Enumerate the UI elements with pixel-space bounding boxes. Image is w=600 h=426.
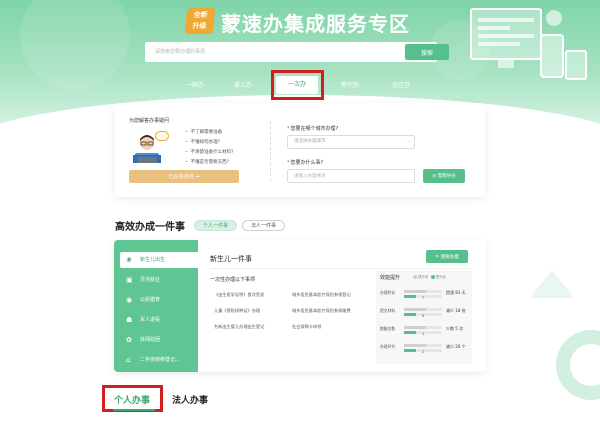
one-thing-panel: ❀ 新生儿出生 ▣ 灵活就业 ◉ 公民婚育 ☗ 军人退役 ✿ 扶残助困 ⌂ 二手房转移登记.…	[114, 240, 486, 372]
monitor-illustration	[470, 8, 542, 60]
metric-label: 跑腿次数	[380, 326, 396, 331]
rings-icon: ◉	[126, 296, 133, 304]
edit-icon: ✎	[435, 254, 440, 260]
guide-icon: ◎	[432, 174, 437, 179]
metric-delta: 少跑 5 次	[446, 326, 464, 331]
efficiency-title: 效能提升	[380, 275, 401, 281]
go-handle-button[interactable]: ✎ 我要办理	[426, 250, 468, 263]
search-bar: 搜索	[145, 42, 449, 62]
decor-triangle	[530, 270, 574, 298]
metric-delta: 减少 18 份	[446, 308, 466, 313]
tab-legal[interactable]: 法人办事	[172, 393, 208, 406]
consult-question: 不懂是否需要东西?	[185, 158, 234, 168]
badge-line-2: 升级	[192, 22, 207, 30]
metric-bar-fill	[404, 290, 426, 293]
sidebar-item-aid[interactable]: ✿ 扶残助困	[114, 332, 198, 348]
nav-item-region[interactable]: 全区办	[392, 80, 410, 89]
metric-delta: 减少 20 个	[446, 344, 466, 349]
service-item: 社会保障卡申领	[292, 324, 322, 329]
sidebar-item-house[interactable]: ⌂ 二手房转移登记...	[114, 352, 198, 368]
decor-ring	[556, 330, 600, 400]
metric-bar-fill	[404, 326, 426, 329]
panel-subtitle: 一次性办理以下事项	[210, 277, 256, 283]
city-label: *您要在哪个城市办理?	[287, 126, 339, 132]
consult-button-label: 已在线咨询	[168, 174, 194, 180]
new-upgrade-badge: 全新 升级	[184, 8, 216, 34]
service-item: 城乡居民基本医疗保险参保登记	[292, 292, 351, 297]
metric-label: 办理环节	[380, 344, 396, 349]
metric-value: 1	[422, 332, 425, 336]
panel-title: 新生儿一件事	[210, 255, 252, 263]
metric-bar-before	[404, 308, 442, 311]
soldier-icon: ☗	[126, 316, 133, 324]
metric-bar-before	[404, 290, 442, 293]
sidebar-item-marriage[interactable]: ◉ 公民婚育	[114, 292, 198, 308]
task-label: *您要办什么事?	[287, 160, 324, 166]
monitor-stand	[498, 60, 514, 68]
page-title: 蒙速办集成服务专区	[221, 12, 410, 36]
consult-question: 不清楚准备什么材料?	[185, 148, 234, 158]
metric-bar-fill	[404, 344, 426, 347]
consult-card: 为您解答办事疑问 不了解需要准备 不懂如何办理? 不清楚准备什么材料? 不懂是否…	[115, 103, 485, 197]
city-select[interactable]: 请选择办理城市 ⌄	[287, 135, 415, 149]
metric-value: 2	[422, 350, 425, 354]
metric-bar-fill	[404, 313, 416, 316]
assist-button[interactable]: ◎ 帮我导办	[423, 169, 465, 183]
metric-value: 7	[422, 296, 425, 300]
badge-line-1: 全新	[193, 11, 209, 19]
consult-question-list: 不了解需要准备 不懂如何办理? 不清楚准备什么材料? 不懂是否需要东西?	[185, 128, 234, 168]
metric-label: 办理时长	[380, 290, 396, 295]
metric-bar-fill	[404, 331, 416, 334]
task-input[interactable]	[287, 169, 415, 183]
house-icon: ⌂	[126, 356, 131, 364]
service-item: 儿童《预防接种证》办理	[214, 308, 261, 313]
metric-bar-before	[404, 344, 442, 347]
section-title: 高效办成一件事	[115, 222, 185, 233]
metric-bar-fill	[404, 349, 416, 352]
arrow-right-icon: ➜	[195, 174, 200, 180]
service-item: 为新出生婴儿办理出生登记	[214, 324, 265, 329]
category-sidebar: ❀ 新生儿出生 ▣ 灵活就业 ◉ 公民婚育 ☗ 军人退役 ✿ 扶残助困 ⌂ 二手房转移登记.…	[114, 240, 198, 372]
service-item: 城乡居民基本医疗保险参保缴费	[292, 308, 351, 313]
efficiency-legend: 提升前 提升后	[412, 275, 446, 280]
consult-question: 不懂如何办理?	[185, 138, 234, 148]
phone-illustration	[540, 34, 564, 78]
consult-title: 为您解答办事疑问	[129, 118, 170, 124]
sidebar-item-newborn[interactable]: ❀ 新生儿出生	[120, 252, 198, 268]
nav-item-mobile[interactable]: 掌上办	[234, 80, 252, 89]
assist-button-label: 帮我导办	[437, 174, 456, 179]
tab-underline	[113, 409, 155, 411]
card-divider	[270, 121, 271, 181]
nav-item-online[interactable]: 一网办	[186, 80, 204, 89]
pill-legal[interactable]: 法人一件事	[242, 220, 286, 231]
briefcase-icon: ▣	[126, 276, 133, 284]
city-select-value: 请选择办理城市	[294, 139, 326, 144]
hand-icon: ✿	[126, 336, 132, 344]
nav-item-assist[interactable]: 帮代办	[341, 80, 359, 89]
sidebar-item-veteran[interactable]: ☗ 军人退役	[114, 312, 198, 328]
search-button[interactable]: 搜索	[405, 44, 449, 60]
metric-delta: 提速 83 天	[446, 290, 466, 295]
metric-label: 提交材料	[380, 308, 396, 313]
decor-dot	[546, 10, 562, 26]
consult-button[interactable]: 已在线咨询 ➜	[129, 170, 239, 183]
speech-bubble-icon	[155, 131, 169, 141]
metric-bar-fill	[404, 295, 416, 298]
panel-divider	[210, 268, 472, 269]
metric-bar-before	[404, 326, 442, 329]
tab-personal[interactable]: 个人办事	[114, 393, 150, 406]
baby-icon: ❀	[126, 256, 132, 264]
search-input[interactable]	[145, 42, 403, 62]
highlight-box-nav	[271, 70, 324, 100]
chevron-down-icon: ⌄	[406, 139, 410, 144]
efficiency-box: 效能提升 提升前 提升后 办理时长 7 提速 83 天提交材料 6 减少 18 份跑腿次…	[376, 270, 472, 364]
pill-personal[interactable]: 个人一件事	[194, 220, 238, 231]
service-item: 《出生医学证明》首次签发	[214, 292, 265, 297]
metric-bar-fill	[404, 308, 426, 311]
metric-value: 6	[422, 314, 425, 318]
sidebar-item-employment[interactable]: ▣ 灵活就业	[114, 272, 198, 288]
consult-question: 不了解需要准备	[185, 128, 234, 138]
